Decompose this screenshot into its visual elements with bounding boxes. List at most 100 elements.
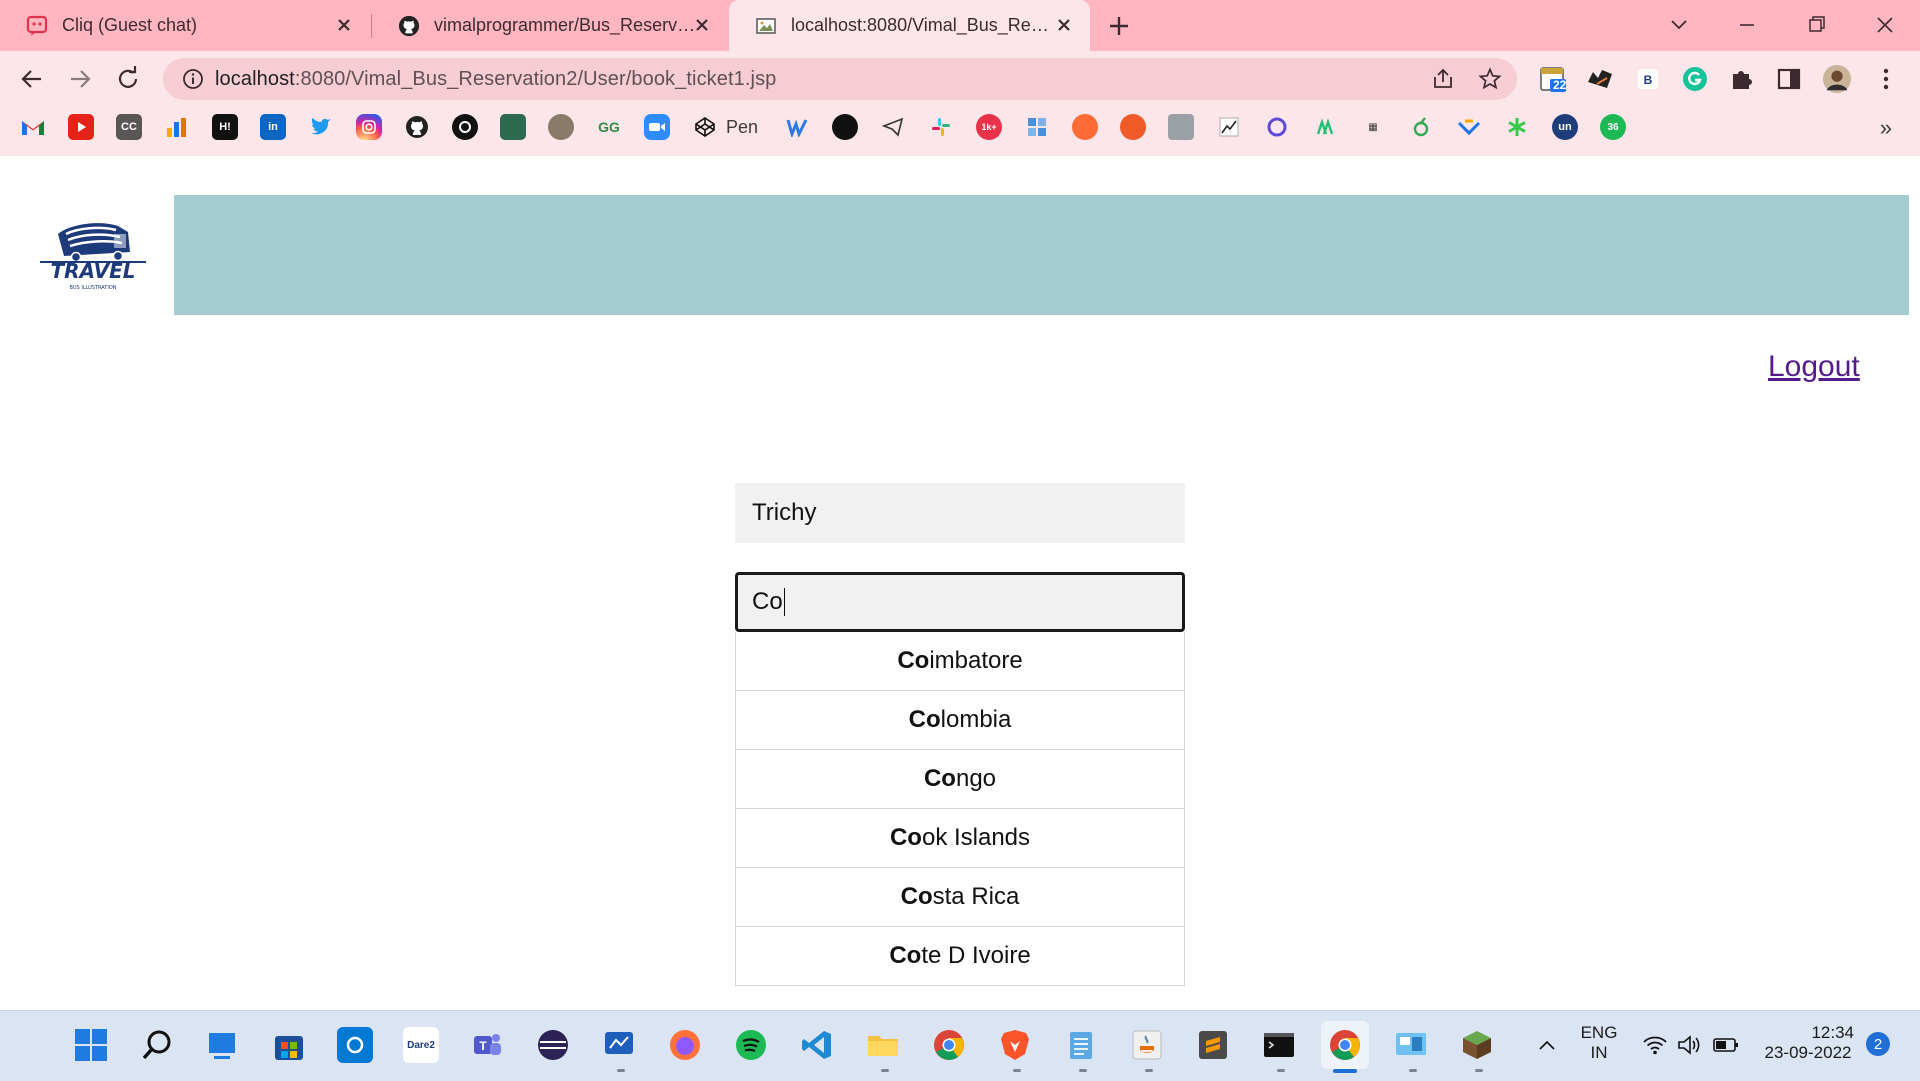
ring-icon[interactable] [1264,114,1290,140]
notification-badge-icon[interactable]: 1k+ [976,114,1003,140]
badge-36-icon[interactable]: 36 [1600,114,1627,140]
file-explorer-icon[interactable] [865,1027,901,1063]
suggestion-item[interactable]: Co lombia [735,691,1185,750]
vscode-icon[interactable] [799,1027,835,1063]
java-icon[interactable] [1129,1027,1165,1063]
sigma-icon[interactable] [1408,114,1434,140]
wifi-icon[interactable] [1642,1033,1668,1062]
suggestion-item[interactable]: Co te D Ivoire [735,927,1185,986]
eclipse-icon[interactable] [535,1027,571,1063]
telegram-plane-icon[interactable] [880,114,906,140]
photo-bookmark-icon[interactable] [500,114,526,140]
twitter-icon[interactable] [308,114,334,140]
webflow-icon[interactable] [784,114,810,140]
close-icon[interactable] [332,13,356,37]
tab-github[interactable]: vimalprogrammer/Bus_Reservation2 [372,0,728,51]
calendar-extension-icon[interactable]: 22 [1538,64,1568,94]
share-icon[interactable] [1431,67,1455,91]
language-indicator[interactable]: ENG IN [1576,1023,1622,1063]
tab-cliq[interactable]: Cliq (Guest chat) [0,0,370,51]
address-bar[interactable]: localhost:8080/Vimal_Bus_Reservation2/Us… [163,58,1517,100]
chrome-icon[interactable] [931,1027,967,1063]
arrows-icon[interactable] [1312,114,1338,140]
orange-app-icon[interactable] [1120,114,1147,140]
dare2compete-icon[interactable]: Dare2 [403,1027,439,1063]
task-view-icon[interactable] [205,1027,241,1063]
grid-logo-icon[interactable]: ▦ [1360,114,1386,140]
slack-icon[interactable] [928,114,954,140]
volume-icon[interactable] [1676,1033,1702,1062]
cortana-icon[interactable] [337,1027,373,1063]
zoom-icon[interactable] [644,114,670,140]
terminal-icon[interactable] [1261,1027,1297,1063]
notepad-icon[interactable] [1063,1027,1099,1063]
trend-chart-icon[interactable] [1216,114,1242,140]
cc-icon[interactable]: CC [116,114,142,140]
search-icon[interactable] [139,1027,175,1063]
spotify-icon[interactable] [733,1027,769,1063]
suggestion-item[interactable]: Co imbatore [735,632,1185,691]
youtube-icon[interactable] [68,114,94,140]
blogger-icon[interactable] [1072,114,1099,140]
close-icon[interactable] [1052,13,1076,37]
codechef-icon[interactable] [452,114,478,140]
github-bookmark-icon[interactable] [404,114,430,140]
firefox-icon[interactable] [667,1027,703,1063]
show-hidden-icons-chevron[interactable] [1536,1035,1558,1062]
drive-icon[interactable] [1168,114,1195,140]
windows-start-icon[interactable] [73,1027,109,1063]
hackerrank-icon[interactable]: H! [212,114,238,140]
whiteboard-icon[interactable] [601,1027,637,1063]
teams-icon[interactable]: T [469,1027,505,1063]
codepen-icon[interactable] [692,114,718,140]
geeksforgeeks-icon[interactable]: GG [596,114,622,140]
gmail-icon[interactable] [20,114,46,140]
clock[interactable]: 12:34 23-09-2022 [1756,1023,1860,1063]
globe-icon[interactable] [832,114,859,140]
instagram-icon[interactable] [356,114,382,140]
pen-bookmark-label[interactable]: Pen [726,117,758,138]
analytics-icon[interactable] [164,114,190,140]
brave-icon[interactable] [997,1027,1033,1063]
unstop-icon[interactable]: un [1552,114,1579,140]
linkedin-icon[interactable]: in [260,114,286,140]
close-icon[interactable] [690,13,714,37]
side-panel-icon[interactable] [1774,64,1804,94]
sublime-text-icon[interactable] [1195,1027,1231,1063]
notification-count-badge[interactable]: 2 [1866,1032,1890,1056]
suggestion-item[interactable]: Co sta Rica [735,868,1185,927]
close-window-icon[interactable] [1869,10,1901,40]
new-tab-icon[interactable] [1105,12,1133,40]
from-city-input[interactable]: Trichy [735,483,1185,543]
back-arrow-icon[interactable] [14,61,50,97]
control-panel-icon[interactable] [1393,1027,1429,1063]
b-extension-icon[interactable]: B [1633,64,1663,94]
tab-localhost[interactable]: localhost:8080/Vimal_Bus_Reservation2/Us… [729,0,1090,51]
battery-icon[interactable] [1712,1033,1740,1062]
profile-avatar[interactable] [1822,64,1852,94]
bookmarks-overflow-icon[interactable]: » [1880,115,1892,141]
chevron-logo-icon[interactable] [1456,114,1482,140]
suggestion-item[interactable]: Co ngo [735,750,1185,809]
reload-icon[interactable] [110,61,146,97]
asterisk-icon[interactable] [1504,114,1530,140]
suggestion-match: Co [889,824,922,851]
extensions-puzzle-icon[interactable] [1727,64,1757,94]
minecraft-icon[interactable] [1459,1027,1495,1063]
chrome-active-icon[interactable] [1321,1021,1369,1069]
suggestion-item[interactable]: Co ok Islands [735,809,1185,868]
bookmark-star-icon[interactable] [1478,67,1502,91]
tab-search-chevron-icon[interactable] [1663,10,1695,40]
emblem-icon[interactable] [548,114,574,140]
to-city-input[interactable]: Co [735,572,1185,632]
bat-extension-icon[interactable] [1585,64,1615,94]
tiles-icon[interactable] [1024,114,1050,140]
grammarly-icon[interactable] [1680,64,1710,94]
logout-link[interactable]: Logout [1768,350,1860,384]
menu-kebab-icon[interactable] [1871,64,1901,94]
restore-icon[interactable] [1800,10,1832,40]
minimize-icon[interactable] [1731,10,1763,40]
forward-arrow-icon[interactable] [62,61,98,97]
store-icon[interactable] [271,1027,307,1063]
site-info-icon[interactable] [181,67,205,91]
